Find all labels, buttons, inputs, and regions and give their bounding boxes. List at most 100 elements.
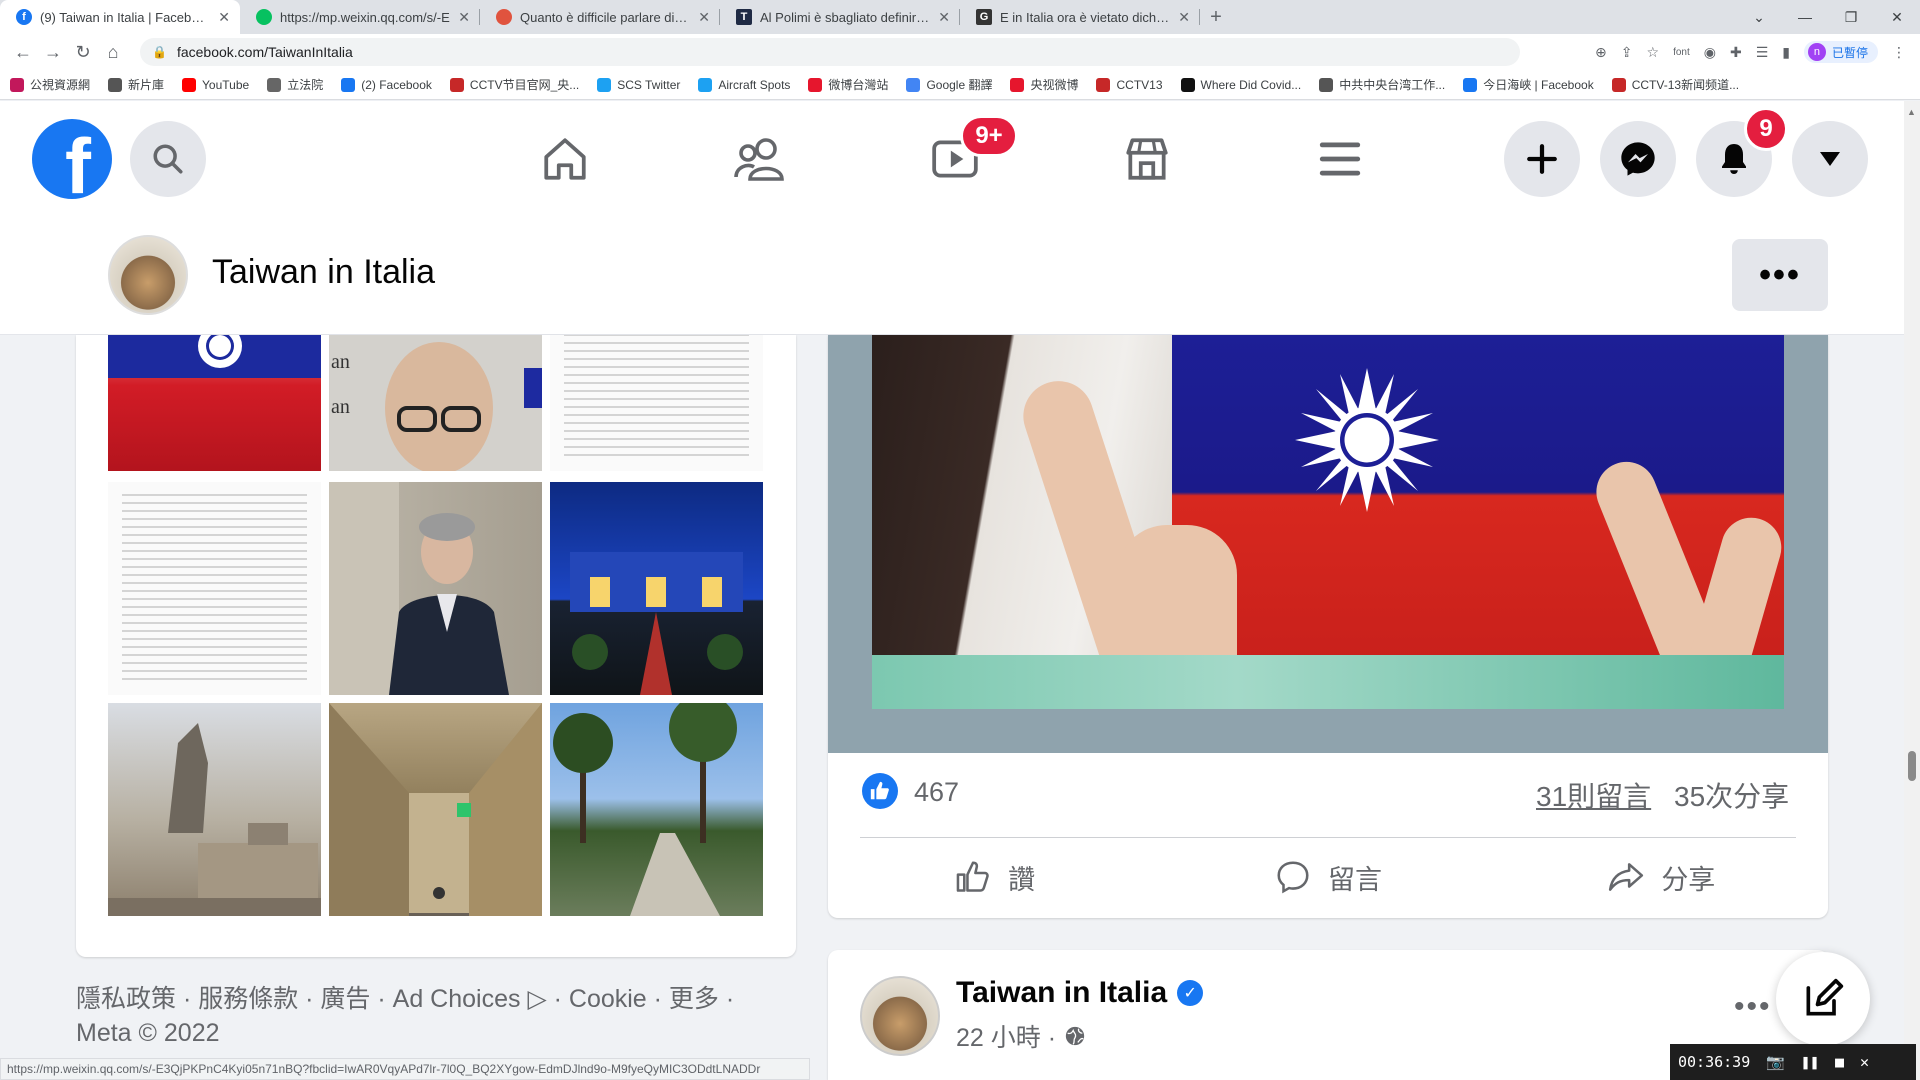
bookmark-item[interactable]: YouTube: [182, 77, 249, 92]
close-icon[interactable]: ✕: [938, 9, 950, 26]
create-button[interactable]: [1504, 121, 1580, 197]
share-icon: [1609, 863, 1644, 891]
likes-count[interactable]: 467: [914, 777, 959, 808]
tab-polimi[interactable]: T Al Polimi è sbagliato definirsi d ✕: [720, 0, 960, 34]
photo-thumbnail[interactable]: [329, 482, 542, 695]
bookmark-item[interactable]: Google 翻譯: [906, 76, 992, 93]
author-name[interactable]: Taiwan in Italia: [956, 976, 1167, 1010]
minimize-icon[interactable]: —: [1782, 0, 1828, 34]
bookmark-item[interactable]: 中共中央台湾工作...: [1319, 76, 1445, 93]
notifications-button[interactable]: 9: [1696, 107, 1788, 197]
bookmark-item[interactable]: (2) Facebook: [341, 77, 432, 92]
page-scrollbar[interactable]: ▲: [1904, 101, 1920, 1080]
url-field[interactable]: 🔒 facebook.com/TaiwanInItalia: [140, 38, 1520, 66]
close-icon[interactable]: ✕: [698, 9, 710, 26]
bookmark-star-icon[interactable]: ☆: [1647, 44, 1660, 61]
forward-icon[interactable]: →: [38, 37, 68, 67]
account-button[interactable]: [1792, 121, 1868, 197]
post-timestamp[interactable]: 22 小時 ·: [956, 1018, 1056, 1054]
bookmark-item[interactable]: 央视微博: [1010, 76, 1078, 93]
side-panel-icon[interactable]: ▮: [1782, 44, 1790, 61]
shares-count-link[interactable]: 35次分享: [1674, 775, 1789, 815]
extension-icon[interactable]: ◉: [1704, 44, 1716, 61]
bookmark-label: Where Did Covid...: [1200, 77, 1302, 92]
scroll-up-icon[interactable]: ▲: [1907, 107, 1916, 117]
page-title[interactable]: Taiwan in Italia: [212, 253, 435, 292]
close-icon[interactable]: ✕: [1860, 1053, 1869, 1071]
reload-icon[interactable]: ↻: [68, 37, 98, 67]
bookmark-item[interactable]: Aircraft Spots: [698, 77, 790, 92]
photo-thumbnail[interactable]: [550, 482, 763, 695]
like-button[interactable]: 讚: [828, 845, 1161, 909]
scrollbar-thumb[interactable]: [1908, 751, 1916, 781]
messenger-button[interactable]: [1600, 121, 1676, 197]
bookmark-item[interactable]: SCS Twitter: [597, 77, 680, 92]
photo-thumbnail[interactable]: an an: [329, 335, 542, 471]
camera-icon[interactable]: 📷: [1766, 1053, 1785, 1071]
font-extension-icon[interactable]: font: [1673, 47, 1690, 58]
more-dots-icon: •••: [1759, 255, 1801, 294]
zoom-icon[interactable]: ⊕: [1595, 44, 1607, 61]
friends-nav-button[interactable]: [725, 131, 795, 187]
photo-thumbnail[interactable]: [108, 703, 321, 916]
stop-icon[interactable]: ■: [1835, 1053, 1844, 1071]
bookmark-item[interactable]: CCTV节目官网_央...: [449, 76, 579, 93]
post-author[interactable]: Taiwan in Italia ✓: [956, 976, 1204, 1010]
document-text-graphic: [122, 494, 307, 683]
share-label: 分享: [1661, 864, 1716, 895]
bookmark-item[interactable]: CCTV13: [1096, 77, 1163, 92]
bookmark-favicon-icon: [10, 77, 24, 92]
marketplace-nav-button[interactable]: [1112, 131, 1182, 187]
new-tab-button[interactable]: +: [1200, 0, 1232, 34]
footer-link-row[interactable]: 隱私政策 · 服務條款 · 廣告 · Ad Choices ▷ · Cookie…: [76, 982, 776, 1016]
bookmark-favicon-icon: [698, 77, 713, 92]
author-avatar[interactable]: [860, 976, 940, 1056]
home-icon[interactable]: ⌂: [98, 37, 128, 67]
bookmark-item[interactable]: 新片庫: [108, 76, 164, 93]
comment-button[interactable]: 留言: [1161, 845, 1494, 909]
bookmark-item[interactable]: 立法院: [267, 76, 323, 93]
like-reaction-icon[interactable]: [862, 773, 898, 809]
share-page-icon[interactable]: ⇪: [1621, 44, 1633, 61]
bookmark-item[interactable]: 公視資源網: [10, 76, 90, 93]
close-window-icon[interactable]: ✕: [1874, 0, 1920, 34]
photo-thumbnail[interactable]: [108, 335, 321, 471]
photo-thumbnail[interactable]: [108, 482, 321, 695]
profile-button[interactable]: n 已暫停: [1803, 41, 1878, 63]
puzzle-icon[interactable]: ✚: [1730, 44, 1742, 61]
bookmark-item[interactable]: 今日海峽 | Facebook: [1463, 76, 1594, 93]
photo-thumbnail[interactable]: [550, 703, 763, 916]
restore-icon[interactable]: ❐: [1828, 0, 1874, 34]
park-photo-graphic: [553, 703, 737, 916]
post-image[interactable]: [828, 335, 1828, 753]
menu-nav-button[interactable]: [1305, 131, 1375, 187]
post-options-button[interactable]: •••: [1734, 990, 1772, 1024]
facebook-logo[interactable]: f: [32, 119, 112, 199]
close-icon[interactable]: ✕: [458, 9, 470, 26]
tab-quanto[interactable]: Quanto è difficile parlare di Tai ✕: [480, 0, 720, 34]
tab-italia-vietato[interactable]: G E in Italia ora è vietato dichiara ✕: [960, 0, 1200, 34]
tab-search-icon[interactable]: ⌄: [1736, 0, 1782, 34]
photo-thumbnail[interactable]: [550, 335, 763, 471]
menu-kebab-icon[interactable]: ⋮: [1892, 44, 1906, 61]
photo-thumbnail[interactable]: [329, 703, 542, 916]
home-nav-button[interactable]: [530, 131, 600, 187]
caret-down-icon: [1820, 152, 1840, 166]
bookmark-item[interactable]: Where Did Covid...: [1180, 77, 1302, 92]
bookmark-item[interactable]: CCTV-13新闻频道...: [1611, 76, 1739, 93]
bookmark-item[interactable]: 微博台灣站: [808, 76, 888, 93]
tab-weixin[interactable]: https://mp.weixin.qq.com/s/-E ✕: [240, 0, 480, 34]
tab-taiwan-in-italia[interactable]: f (9) Taiwan in Italia | Facebook ✕: [0, 0, 240, 34]
search-button[interactable]: [130, 121, 206, 197]
pause-icon[interactable]: ❚❚: [1801, 1053, 1819, 1071]
comments-count-link[interactable]: 31則留言: [1536, 775, 1651, 815]
share-button[interactable]: 分享: [1495, 845, 1828, 909]
watch-nav-button[interactable]: 9+: [920, 115, 1018, 187]
new-message-button[interactable]: [1776, 952, 1870, 1046]
page-avatar[interactable]: [108, 235, 188, 315]
reading-list-icon[interactable]: ☰: [1756, 44, 1769, 61]
close-icon[interactable]: ✕: [218, 9, 230, 26]
close-icon[interactable]: ✕: [1178, 9, 1190, 26]
page-more-button[interactable]: •••: [1732, 239, 1828, 311]
back-icon[interactable]: ←: [8, 37, 38, 67]
